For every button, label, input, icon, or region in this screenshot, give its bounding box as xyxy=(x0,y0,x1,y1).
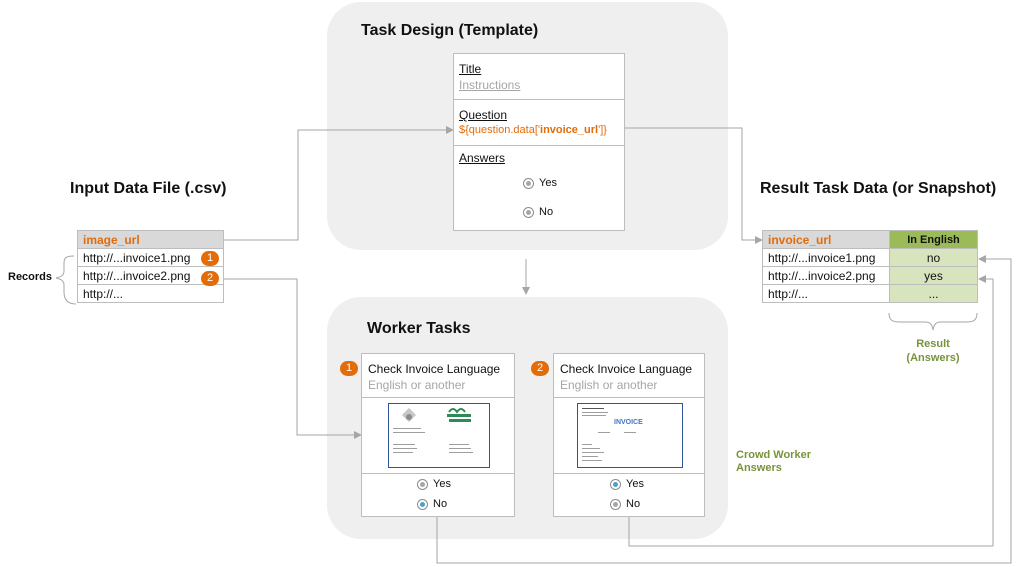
records-bracket xyxy=(55,255,77,305)
input-table: image_url http://...invoice1.png http://… xyxy=(77,230,224,303)
result-row-3-url: http://... xyxy=(762,284,890,303)
result-bracket xyxy=(888,312,978,331)
worker-task-1-radio-no[interactable] xyxy=(417,499,428,510)
worker-task-1-subtitle: English or another xyxy=(368,378,466,392)
template-question-expression: ${question.data['invoice_url']} xyxy=(459,124,607,136)
arrow-row-to-worker-task xyxy=(224,278,362,439)
worker-task-2-option-no: No xyxy=(626,498,641,510)
worker-task-2-radio-no[interactable] xyxy=(610,499,621,510)
template-radio-yes[interactable] xyxy=(523,178,534,189)
invoice-2-heading: INVOICE xyxy=(614,419,643,426)
question-expr-key: invoice_url xyxy=(540,124,599,136)
input-badge-1: 1 xyxy=(201,251,219,266)
input-section-title: Input Data File (.csv) xyxy=(70,180,227,197)
worker-task-1-card: Check Invoice Language English or anothe… xyxy=(361,353,515,517)
template-option-yes: Yes xyxy=(539,177,557,189)
worker-section-title: Worker Tasks xyxy=(367,320,471,337)
worker-task-2-radio-yes[interactable] xyxy=(610,479,621,490)
template-option-no: No xyxy=(539,206,554,218)
question-expr-prefix: ${question.data[' xyxy=(459,124,541,136)
result-header-url: invoice_url xyxy=(762,230,890,249)
template-section-title: Task Design (Template) xyxy=(361,22,539,39)
worker-task-2-title: Check Invoice Language xyxy=(560,362,693,376)
input-badge-2: 2 xyxy=(201,271,219,286)
records-label: Records xyxy=(8,271,53,283)
result-row-1-answer: no xyxy=(889,248,978,267)
worker-task-2-badge: 2 xyxy=(531,361,549,376)
result-row-2-url: http://...invoice2.png xyxy=(762,266,890,285)
result-row-3-answer: ... xyxy=(889,284,978,303)
result-row-2-answer: yes xyxy=(889,266,978,285)
result-table: invoice_url In English http://...invoice… xyxy=(762,230,978,303)
template-question-field: Question xyxy=(459,108,508,122)
input-column-header: image_url xyxy=(77,230,224,249)
worker-task-1-title: Check Invoice Language xyxy=(368,362,501,376)
result-section-title: Result Task Data (or Snapshot) xyxy=(760,180,997,197)
arrow-answer1-to-result xyxy=(436,255,1012,564)
result-row-1-url: http://...invoice1.png xyxy=(762,248,890,267)
template-answers-field: Answers xyxy=(459,151,506,165)
worker-task-1-option-yes: Yes xyxy=(433,478,451,490)
worker-task-2-subtitle: English or another xyxy=(560,378,658,392)
invoice-1-image xyxy=(388,403,490,468)
worker-task-1-option-no: No xyxy=(433,498,448,510)
result-label: Result (Answers) xyxy=(906,338,960,364)
template-title-field: Title xyxy=(459,62,482,76)
arrow-template-to-result xyxy=(624,127,763,244)
template-card: Title Instructions Question ${question.d… xyxy=(453,53,625,231)
crowd-worker-answers-label: Crowd Worker Answers xyxy=(736,449,811,474)
result-header-english: In English xyxy=(889,230,978,249)
worker-task-2-option-yes: Yes xyxy=(626,478,644,490)
arrow-input-to-template xyxy=(224,126,454,241)
worker-task-2-card: Check Invoice Language English or anothe… xyxy=(553,353,705,517)
input-row-3: http://... xyxy=(77,284,224,303)
worker-task-1-radio-yes[interactable] xyxy=(417,479,428,490)
template-instructions: Instructions xyxy=(459,78,521,92)
template-radio-no[interactable] xyxy=(523,207,534,218)
question-expr-suffix: ']} xyxy=(598,124,607,136)
invoice-2-image: INVOICE xyxy=(577,403,683,468)
worker-task-1-badge: 1 xyxy=(340,361,358,376)
invoice-1-logos xyxy=(401,407,471,423)
